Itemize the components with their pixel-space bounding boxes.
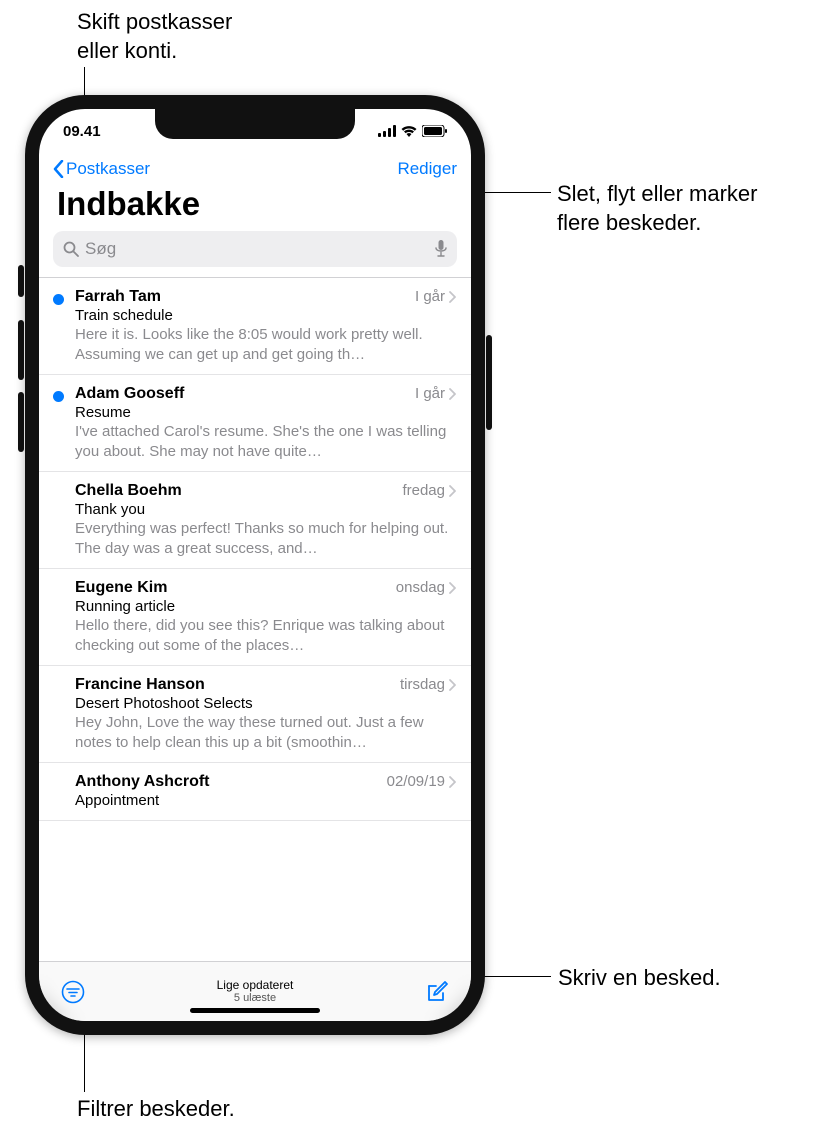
chevron-right-icon [449, 776, 457, 788]
filter-icon [61, 980, 85, 1004]
message-row[interactable]: Adam Gooseff I går ResumeI've attached Car… [39, 375, 471, 472]
message-date: 02/09/19 [387, 773, 445, 790]
back-label: Postkasser [66, 159, 150, 179]
search-input[interactable]: Søg [53, 231, 457, 267]
message-preview: Everything was perfect! Thanks so much f… [75, 519, 457, 558]
mute-switch [18, 265, 24, 297]
message-row[interactable]: Farrah Tam I går Train scheduleHere it is.… [39, 278, 471, 375]
message-row[interactable]: Anthony Ashcroft 02/09/19 Appointment [39, 763, 471, 821]
mic-icon[interactable] [435, 240, 447, 258]
callout-filter: Filtrer beskeder. [77, 1095, 235, 1124]
callout-mailboxes: Skift postkasser eller konti. [77, 8, 232, 65]
message-sender: Chella Boehm [75, 482, 182, 500]
message-preview: Hey John, Love the way these turned out.… [75, 713, 457, 752]
search-placeholder: Søg [85, 239, 429, 259]
screen: 09.41 Postkasser Rediger Indbakke Søg Fa… [39, 109, 471, 1021]
message-sender: Adam Gooseff [75, 385, 184, 403]
message-preview: Here it is. Looks like the 8:05 would wo… [75, 325, 457, 364]
chevron-right-icon [449, 291, 457, 303]
message-date: I går [415, 288, 445, 305]
chevron-right-icon [449, 485, 457, 497]
status-time: 09.41 [63, 123, 101, 140]
chevron-right-icon [449, 388, 457, 400]
power-button [486, 335, 492, 430]
message-sender: Anthony Ashcroft [75, 773, 210, 791]
cellular-icon [378, 125, 396, 137]
message-sender: Eugene Kim [75, 579, 167, 597]
message-subject: Thank you [75, 501, 457, 518]
volume-down [18, 392, 24, 452]
callout-edit: Slet, flyt eller marker flere beskeder. [557, 180, 758, 237]
message-date: fredag [402, 482, 445, 499]
message-preview: Hello there, did you see this? Enrique w… [75, 616, 457, 655]
chevron-right-icon [449, 679, 457, 691]
edit-button[interactable]: Rediger [397, 159, 457, 179]
compose-icon [425, 980, 449, 1004]
message-row[interactable]: Francine Hanson tirsdag Desert Photoshoot … [39, 666, 471, 763]
search-icon [63, 241, 79, 257]
wifi-icon [401, 125, 417, 137]
message-date: I går [415, 385, 445, 402]
message-subject: Appointment [75, 792, 457, 809]
message-preview: I've attached Carol's resume. She's the … [75, 422, 457, 461]
back-button[interactable]: Postkasser [53, 159, 150, 179]
filter-button[interactable] [61, 980, 85, 1004]
chevron-right-icon [449, 582, 457, 594]
notch [155, 109, 355, 139]
volume-up [18, 320, 24, 380]
callout-compose: Skriv en besked. [558, 964, 721, 993]
nav-bar: Postkasser Rediger [39, 153, 471, 181]
home-indicator[interactable] [190, 1008, 320, 1013]
unread-dot [53, 391, 64, 402]
message-subject: Resume [75, 404, 457, 421]
message-date: tirsdag [400, 676, 445, 693]
message-row[interactable]: Eugene Kim onsdag Running articleHello the… [39, 569, 471, 666]
unread-dot [53, 294, 64, 305]
message-subject: Desert Photoshoot Selects [75, 695, 457, 712]
message-date: onsdag [396, 579, 445, 596]
message-sender: Francine Hanson [75, 676, 205, 694]
toolbar-sub: 5 ulæste [217, 992, 294, 1005]
chevron-left-icon [53, 160, 64, 178]
message-sender: Farrah Tam [75, 288, 161, 306]
message-list[interactable]: Farrah Tam I går Train scheduleHere it is.… [39, 277, 471, 961]
toolbar-status: Lige opdateret [217, 978, 294, 992]
message-subject: Train schedule [75, 307, 457, 324]
battery-icon [422, 125, 447, 137]
message-row[interactable]: Chella Boehm fredag Thank youEverything wa… [39, 472, 471, 569]
page-title: Indbakke [39, 181, 471, 231]
message-subject: Running article [75, 598, 457, 615]
compose-button[interactable] [425, 980, 449, 1004]
phone-frame: 09.41 Postkasser Rediger Indbakke Søg Fa… [25, 95, 485, 1035]
